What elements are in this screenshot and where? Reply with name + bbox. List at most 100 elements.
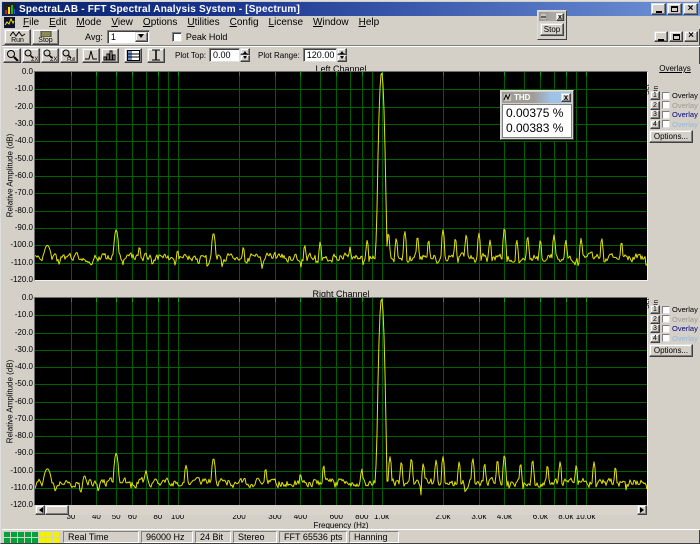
frequency-scrollbar[interactable]	[35, 505, 647, 515]
overlay-on-checkbox-3[interactable]	[662, 324, 670, 333]
overlay-set-button-4[interactable]: 4	[650, 333, 660, 343]
y-tick-label: -80.0	[14, 431, 33, 440]
line-plot-button[interactable]	[82, 47, 100, 63]
overlay-set-button-3[interactable]: 3	[650, 324, 660, 333]
bar-chart-icon	[103, 50, 116, 60]
menu-item-mode[interactable]: Mode	[71, 17, 106, 28]
stop-window-title-bar[interactable]: x	[539, 12, 565, 21]
meter-segment-green	[18, 537, 24, 543]
overlay-on-checkbox-4[interactable]	[662, 334, 670, 342]
cursor-ibeam-button[interactable]	[147, 47, 165, 63]
menu-item-utilities[interactable]: Utilities	[182, 17, 224, 28]
overlay-row: 3 Overlay 3	[650, 110, 700, 119]
menu-item-license[interactable]: License	[264, 17, 308, 28]
menu-item-help[interactable]: Help	[354, 17, 385, 28]
chevron-down-icon[interactable]	[134, 32, 148, 42]
run-button[interactable]: Run	[4, 29, 31, 45]
y-tick-label: -100.0	[10, 240, 33, 250]
meter-segment-green	[32, 537, 38, 543]
plot-top-spinner[interactable]	[239, 48, 250, 62]
close-button[interactable]: ×	[683, 3, 698, 15]
plot-top-field[interactable]: 0.00	[208, 48, 240, 62]
peak-hold-checkbox[interactable]	[171, 32, 182, 42]
close-icon[interactable]: x	[556, 12, 564, 21]
overlay-label: Overlay 1	[672, 91, 700, 100]
arrow-left-icon	[36, 507, 43, 513]
overlay-label: Overlay 4	[672, 119, 700, 129]
meter-segment-yellow	[53, 537, 59, 543]
meter-segment-yellow	[46, 537, 52, 543]
avg-combobox[interactable]: 1	[106, 30, 150, 44]
y-tick-label: 0.0	[21, 293, 33, 302]
y-tick-label: -120.0	[10, 500, 33, 509]
table-view-button[interactable]	[124, 47, 142, 63]
spectrum-plot-right[interactable]	[34, 298, 648, 505]
status-panels: Real Time 96000 Hz 24 Bit Stereo FFT 65536 p…	[63, 531, 401, 543]
meter-segment-green	[11, 537, 17, 543]
meter-segment-green	[4, 537, 10, 543]
overlay-label: Overlay 1	[672, 305, 700, 314]
plot-range-field[interactable]: 120.00	[302, 48, 337, 62]
overlay-row: 4 Overlay 4	[650, 333, 700, 343]
close-icon: ×	[687, 2, 694, 14]
y-tick-label: -50.0	[14, 153, 33, 163]
overlay-on-checkbox-1[interactable]	[662, 305, 670, 314]
menu-item-file[interactable]: File	[18, 17, 44, 28]
overlay-set-button-3[interactable]: 3	[650, 110, 660, 119]
overlay-on-checkbox-1[interactable]	[662, 91, 670, 100]
y-tick-label: -90.0	[14, 223, 33, 232]
zoom-button[interactable]	[3, 47, 21, 63]
scroll-right-button[interactable]	[637, 505, 647, 515]
restore-button[interactable]	[667, 3, 682, 15]
zoom-out-2x-button[interactable]: 2X	[41, 47, 59, 63]
zoom-out-full-button[interactable]: Full	[60, 47, 78, 63]
scroll-left-button[interactable]	[35, 505, 45, 515]
status-panel: FFT 65536 pts	[279, 531, 347, 543]
y-tick-label: -10.0	[14, 84, 33, 94]
thd-title-bar[interactable]: THD x	[502, 92, 572, 103]
svg-text:2X: 2X	[50, 57, 57, 62]
overlay-options-button[interactable]: Options...	[649, 130, 693, 143]
overlay-set-button-4[interactable]: 4	[650, 119, 660, 129]
magnifier-icon	[6, 50, 19, 61]
menu-item-edit[interactable]: Edit	[44, 17, 71, 28]
plot-toolbar: 2X 2X Full Plot Top: 0.00 Plot Range: 12…	[2, 47, 700, 63]
menu-item-config[interactable]: Config	[225, 17, 264, 28]
app-icon	[4, 3, 16, 15]
y-tick-label: -10.0	[14, 310, 33, 320]
status-panel: 96000 Hz	[141, 531, 193, 543]
overlay-set-button-1[interactable]: 1	[650, 91, 660, 100]
bar-plot-button[interactable]	[101, 47, 119, 63]
y-tick-label: -120.0	[10, 275, 33, 284]
magnifier-full-icon: Full	[62, 49, 75, 62]
overlay-set-button-2[interactable]: 2	[650, 314, 660, 324]
overlay-row: 1 Overlay 1	[650, 305, 700, 314]
meter-segment-green	[11, 531, 17, 537]
floating-stop-button[interactable]: Stop	[540, 23, 564, 36]
overlay-options-button[interactable]: Options...	[649, 344, 693, 357]
plot-range-label: Plot Range:	[257, 50, 300, 60]
overlay-on-checkbox-3[interactable]	[662, 110, 670, 119]
overlay-on-checkbox-4[interactable]	[662, 120, 670, 128]
overlay-on-checkbox-2[interactable]	[662, 315, 670, 323]
menu-item-view[interactable]: View	[106, 17, 138, 28]
menu-item-window[interactable]: Window	[308, 17, 354, 28]
minimize-button[interactable]	[651, 3, 666, 15]
title-bar[interactable]: SpectraLAB - FFT Spectral Analysis Syste…	[2, 2, 700, 16]
close-icon[interactable]: x	[561, 93, 571, 102]
arrow-right-icon	[639, 507, 647, 513]
stop-button[interactable]: Stop	[32, 29, 59, 45]
thd-window[interactable]: THD x 0.00375 % 0.00383 %	[500, 90, 574, 140]
floating-stop-window[interactable]: x Stop	[537, 10, 567, 40]
overlay-set-button-2[interactable]: 2	[650, 100, 660, 110]
menu-item-options[interactable]: Options	[138, 17, 182, 28]
overlay-set-button-1[interactable]: 1	[650, 305, 660, 314]
scrollbar-thumb[interactable]	[45, 505, 69, 515]
overlay-on-checkbox-2[interactable]	[662, 101, 670, 109]
avg-label: Avg:	[85, 32, 103, 42]
zoom-in-2x-button[interactable]: 2X	[22, 47, 40, 63]
plot-range-spinner[interactable]	[336, 48, 347, 62]
y-tick-label: -70.0	[14, 188, 33, 198]
transport-toolbar: Run Stop Avg: 1 Peak Hold	[2, 29, 700, 46]
overlays-header: Overlays	[659, 64, 691, 73]
